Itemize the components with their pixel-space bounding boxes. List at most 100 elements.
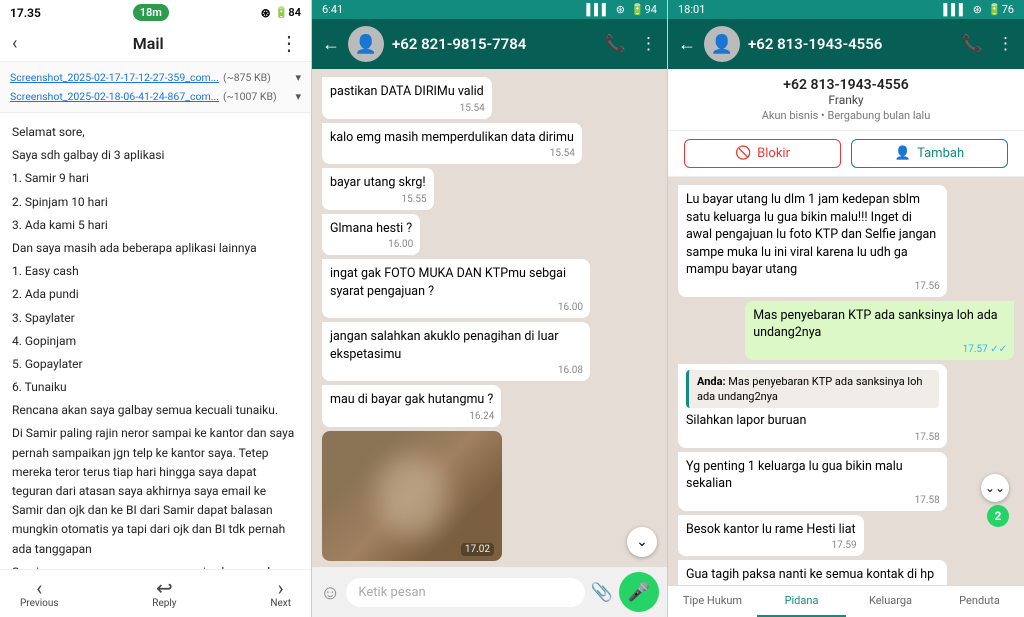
- chat-message: ingat gak FOTO MUKA DAN KTPmu sebgai sya…: [322, 259, 590, 318]
- chat1-time: 6:41: [322, 3, 343, 16]
- chat-message: Glmana hesti ?16.00: [322, 214, 420, 256]
- email-body-line: Dan saya masih ada beberapa aplikasi lai…: [12, 239, 299, 258]
- chat2-tab-penduta[interactable]: Penduta: [935, 586, 1024, 617]
- wifi-icon: ⊛: [261, 6, 271, 20]
- email-body-line: 2. Spinjam 10 hari: [12, 193, 299, 212]
- next-button[interactable]: › Next: [270, 578, 291, 609]
- chat-message: bayar utang skrg!15.55: [322, 168, 434, 210]
- chat2-profile-name: +62 813-1943-4556: [680, 77, 1012, 93]
- chat2-status-icons: ▌▌▌ ⊛ 🔋76: [943, 3, 1014, 16]
- chat1-menu-icon[interactable]: ⋮: [640, 34, 657, 54]
- message-time: 17.57 ✓✓: [963, 343, 1007, 357]
- chat2-back-button[interactable]: ←: [678, 34, 696, 55]
- attachment-2-dropdown[interactable]: ▾: [295, 90, 301, 103]
- chat2-battery: 🔋76: [988, 3, 1014, 16]
- chat-message: pastikan DATA DIRIMu valid15.54: [322, 77, 492, 119]
- menu-button[interactable]: ⋮: [279, 31, 299, 55]
- email-body-line: 4. Gopinjam: [12, 332, 299, 351]
- chat2-profile-alias: Franky: [680, 93, 1012, 107]
- email-body: Selamat sore, Saya sdh galbay di 3 aplika…: [0, 113, 311, 569]
- chat2-profile-badge: Akun bisnis • Bergabung bulan lalu: [680, 109, 1012, 122]
- chat2-contact-actions: 🚫 Blokir 👤 Tambah: [668, 131, 1024, 177]
- email-body-line: 5. Gopaylater: [12, 355, 299, 374]
- email-footer: ‹ Previous ↩ Reply › Next: [0, 569, 311, 617]
- chat2-avatar: 👤: [704, 26, 740, 62]
- message-time: 16.08: [558, 364, 583, 378]
- add-label: Tambah: [917, 146, 964, 161]
- chat1-signal-icon: ▌▌▌: [586, 3, 609, 16]
- chat2-panel: 18:01 ▌▌▌ ⊛ 🔋76 ← 👤 +62 813-1943-4556 📞 …: [668, 0, 1024, 617]
- message-time: 17.58: [915, 494, 940, 508]
- chat2-scroll-down-button[interactable]: ⌄⌄: [981, 474, 1009, 502]
- chat2-message: Yg penting 1 keluarga lu gua bikin malu …: [678, 452, 947, 511]
- scroll-down-icon: ⌄: [636, 534, 648, 550]
- chat2-call-icon[interactable]: 📞: [962, 34, 983, 54]
- email-body-line: 2. Ada pundi: [12, 285, 299, 304]
- message-time: 17.56: [915, 280, 940, 294]
- chat-message: mau di bayar gak hutangmu ?16.24: [322, 385, 501, 427]
- message-time: 17.58: [915, 431, 940, 445]
- chat2-time: 18:01: [678, 3, 705, 16]
- call-pill: 18m: [133, 4, 169, 21]
- chat1-scroll-down-button[interactable]: ⌄: [627, 527, 657, 557]
- attachment-2[interactable]: Screenshot_2025-02-18-06-41-24-867_com..…: [10, 87, 301, 106]
- chat2-contact-name: +62 813-1943-4556: [748, 35, 954, 53]
- chat1-call-icon[interactable]: 📞: [605, 34, 626, 54]
- email-body-line: Selamat sore,: [12, 123, 299, 142]
- email-time: 17.35: [10, 6, 41, 20]
- email-body-line: 6. Tunaiku: [12, 378, 299, 397]
- message-time: 16.24: [469, 410, 494, 424]
- chat2-message: Lu bayar utang lu dlm 1 jam kedepan sblm…: [678, 185, 947, 297]
- add-icon: 👤: [895, 146, 911, 161]
- block-icon: 🚫: [735, 146, 751, 161]
- chat2-header-icons: 📞 ⋮: [962, 34, 1014, 54]
- message-time: 15.54: [550, 147, 575, 161]
- chat2-status-bar: 18:01 ▌▌▌ ⊛ 🔋76: [668, 0, 1024, 19]
- previous-button[interactable]: ‹ Previous: [20, 578, 59, 609]
- unread-badge: 2: [987, 505, 1009, 527]
- back-button[interactable]: ‹: [12, 33, 17, 54]
- attachment-1-dropdown[interactable]: ▾: [295, 71, 301, 84]
- chat2-message: Besok kantor lu rame Hesti liat17.59: [678, 515, 864, 557]
- chat2-contact-profile: +62 813-1943-4556 Franky Akun bisnis • B…: [668, 69, 1024, 131]
- chat2-header: ← 👤 +62 813-1943-4556 📞 ⋮: [668, 19, 1024, 69]
- reply-button[interactable]: ↩ Reply: [152, 578, 176, 609]
- chat1-emoji-button[interactable]: ☺: [320, 580, 340, 605]
- chat1-contact-info: +62 821-9815-7784: [392, 35, 597, 53]
- chat1-input-placeholder: Ketik pesan: [358, 585, 425, 600]
- chat1-wifi-icon: ⊛: [616, 3, 625, 16]
- chat2-tab-tipe hukum[interactable]: Tipe Hukum: [668, 586, 757, 617]
- chat2-bottom-tabs: Tipe HukumPidanaKeluargaPenduta: [668, 585, 1024, 617]
- email-panel: 17.35 18m ⊛ 🔋84 ‹ Mail ⋮ Screenshot_2025…: [0, 0, 312, 617]
- chat2-message: Anda: Mas penyebaran KTP ada sanksinya l…: [678, 364, 947, 448]
- chat2-message: Mas penyebaran KTP ada sanksinya loh ada…: [745, 301, 1014, 360]
- chat1-input-box[interactable]: Ketik pesan: [346, 578, 584, 607]
- chat1-messages: pastikan DATA DIRIMu valid15.54kalo emg …: [312, 69, 667, 567]
- chat1-input-area: ☺ Ketik pesan 📎 🎤: [312, 567, 667, 617]
- chat2-avatar-icon: 👤: [711, 34, 733, 55]
- add-contact-button[interactable]: 👤 Tambah: [851, 139, 1008, 168]
- chat2-tab-keluarga[interactable]: Keluarga: [846, 586, 935, 617]
- chat1-battery: 🔋94: [631, 3, 657, 16]
- message-time: 16.00: [558, 301, 583, 315]
- mic-icon: 🎤: [628, 582, 650, 603]
- scroll-down-icon: ⌄⌄: [985, 481, 1005, 495]
- email-body-line: Di Samir paling rajin neror sampai ke ka…: [12, 424, 299, 558]
- chat-message: jangan salahkan akuklo penagihan di luar…: [322, 322, 590, 381]
- email-body-line: 3. Spaylater: [12, 309, 299, 328]
- status-icons: ⊛ 🔋84: [261, 6, 301, 20]
- block-button[interactable]: 🚫 Blokir: [684, 139, 841, 168]
- chat1-mic-button[interactable]: 🎤: [619, 572, 659, 612]
- chat2-video-icon[interactable]: ⋮: [997, 34, 1014, 54]
- chat1-panel: 6:41 ▌▌▌ ⊛ 🔋94 ← 👤 +62 821-9815-7784 📞 ⋮…: [312, 0, 668, 617]
- email-body-line: Saya sdh galbay di 3 aplikasi: [12, 146, 299, 165]
- chat1-contact-name: +62 821-9815-7784: [392, 35, 597, 53]
- block-label: Blokir: [757, 146, 790, 161]
- message-time: 16.00: [388, 238, 413, 252]
- chat1-back-button[interactable]: ←: [322, 34, 340, 55]
- chat1-attach-button[interactable]: 📎: [591, 582, 613, 603]
- email-body-line: 1. Samir 9 hari: [12, 169, 299, 188]
- chat2-tab-pidana[interactable]: Pidana: [757, 586, 846, 617]
- attachment-1[interactable]: Screenshot_2025-02-17-17-12-27-359_com..…: [10, 68, 301, 87]
- chat2-message: Gua tagih paksa nanti ke semua kontak di…: [678, 560, 947, 585]
